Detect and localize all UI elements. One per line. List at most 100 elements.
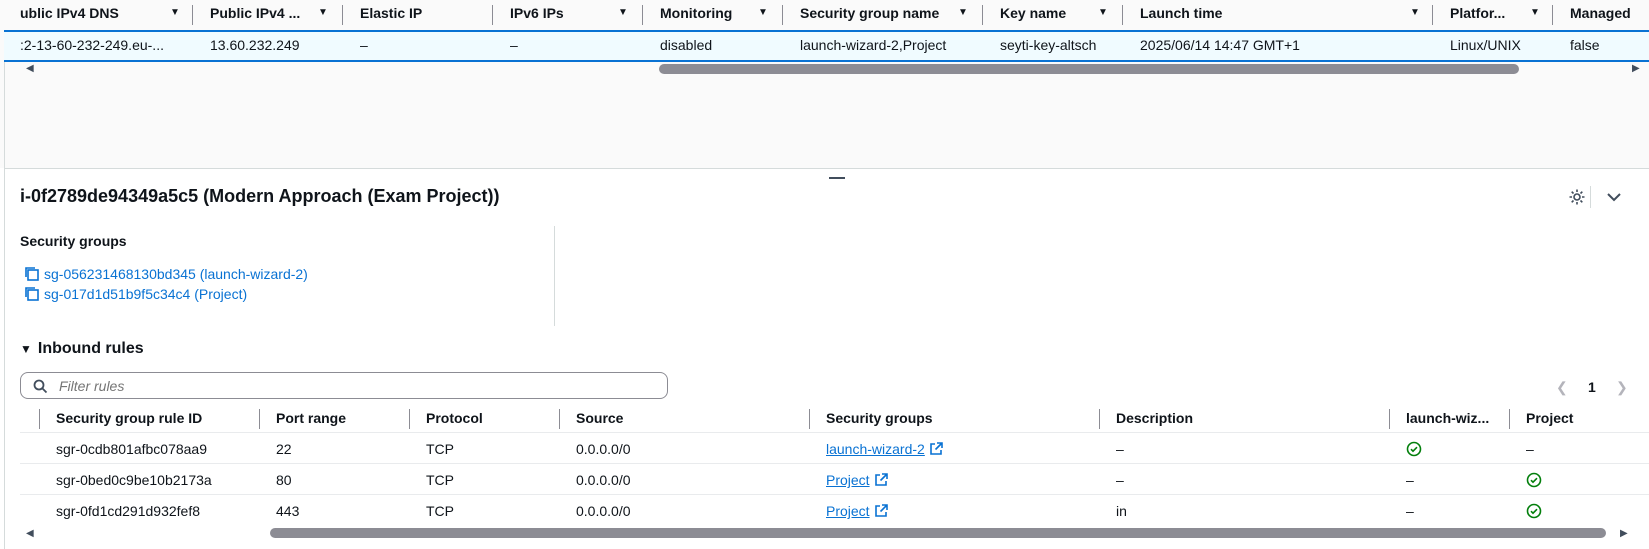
cell-public-ipv4: 13.60.232.249 <box>210 37 300 53</box>
column-resizer[interactable] <box>409 409 410 429</box>
column-resizer[interactable] <box>492 5 493 25</box>
column-resizer[interactable] <box>192 5 193 25</box>
column-header-source[interactable]: Source <box>576 410 623 426</box>
external-link-icon[interactable] <box>929 442 943 456</box>
column-resizer[interactable] <box>1432 5 1433 25</box>
security-group-link-cell[interactable]: launch-wizard-2 <box>826 441 943 457</box>
inbound-rules-label: Inbound rules <box>37 340 144 357</box>
split-divider[interactable] <box>4 168 1649 169</box>
inbound-rules-toggle[interactable]: ▼ Inbound rules <box>20 340 144 358</box>
port-range-cell: 80 <box>276 472 292 488</box>
external-link-icon[interactable] <box>874 504 888 518</box>
scroll-left-arrow-icon[interactable]: ◀ <box>26 528 34 539</box>
sort-caret-icon[interactable]: ▼ <box>618 7 628 18</box>
next-page-icon[interactable]: ❯ <box>1616 379 1628 396</box>
security-group-link-cell[interactable]: Project <box>826 472 888 488</box>
description-cell: – <box>1116 441 1124 457</box>
description-cell: in <box>1116 503 1127 519</box>
scroll-right-arrow-icon[interactable]: ▶ <box>1620 528 1628 539</box>
column-header-port-range[interactable]: Port range <box>276 410 346 426</box>
column-resizer[interactable] <box>1122 5 1123 25</box>
filter-rules-input-wrapper[interactable] <box>20 372 668 399</box>
security-groups-label: Security groups <box>20 233 127 249</box>
scroll-right-arrow-icon[interactable]: ▶ <box>1632 63 1640 74</box>
instances-table-header: ublic IPv4 DNS ▼ Public IPv4 ... ▼ Elast… <box>0 0 1649 30</box>
column-resizer[interactable] <box>259 409 260 429</box>
sort-caret-icon[interactable]: ▼ <box>758 7 768 18</box>
divider <box>1590 186 1591 208</box>
column-header-public-ipv4[interactable]: Public IPv4 ... <box>210 5 300 21</box>
column-resizer[interactable] <box>982 5 983 25</box>
filter-rules-input[interactable] <box>57 377 661 395</box>
column-header-security-group-name[interactable]: Security group name <box>800 5 939 21</box>
protocol-cell: TCP <box>426 503 454 519</box>
column-header-platform[interactable]: Platfor... <box>1450 5 1505 21</box>
scroll-left-arrow-icon[interactable]: ◀ <box>26 63 34 74</box>
column-resizer[interactable] <box>559 409 560 429</box>
column-divider <box>554 226 555 326</box>
rule-id-cell: sgr-0bed0c9be10b2173a <box>56 472 212 488</box>
gear-icon[interactable] <box>1568 188 1586 206</box>
check-circle-icon <box>1526 503 1542 519</box>
security-group-link[interactable]: launch-wizard-2 <box>826 441 925 457</box>
row-divider <box>20 432 1649 433</box>
sort-caret-icon[interactable]: ▼ <box>1098 7 1108 18</box>
cell-key-name: seyti-key-altsch <box>1000 37 1097 53</box>
column-resizer[interactable] <box>1099 409 1100 429</box>
cell-managed: false <box>1570 37 1600 53</box>
column-header-ipv6[interactable]: IPv6 IPs <box>510 5 564 21</box>
column-resizer[interactable] <box>1552 5 1553 25</box>
cell-public-dns: :2-13-60-232-249.eu-... <box>20 37 164 53</box>
horizontal-scrollbar-thumb[interactable] <box>270 528 1606 538</box>
chevron-down-icon[interactable] <box>1605 188 1623 206</box>
row-divider <box>20 463 1649 464</box>
protocol-cell: TCP <box>426 472 454 488</box>
column-header-public-dns[interactable]: ublic IPv4 DNS <box>20 5 119 21</box>
column-resizer[interactable] <box>642 5 643 25</box>
copy-icon[interactable] <box>24 286 40 302</box>
sort-caret-icon[interactable]: ▼ <box>958 7 968 18</box>
column-header-description[interactable]: Description <box>1116 410 1193 426</box>
column-header-launch-time[interactable]: Launch time <box>1140 5 1222 21</box>
column-header-managed[interactable]: Managed <box>1570 5 1631 21</box>
external-link-icon[interactable] <box>874 473 888 487</box>
security-group-link[interactable]: sg-056231468130bd345 (launch-wizard-2) <box>24 266 308 282</box>
source-cell: 0.0.0.0/0 <box>576 503 631 519</box>
sort-caret-icon[interactable]: ▼ <box>318 7 328 18</box>
column-resizer[interactable] <box>1509 409 1510 429</box>
check-circle-icon <box>1406 441 1422 457</box>
column-header-project[interactable]: Project <box>1526 410 1573 426</box>
page-number[interactable]: 1 <box>1588 379 1596 395</box>
security-group-link-text[interactable]: sg-017d1d51b9f5c34c4 (Project) <box>44 286 247 302</box>
cell-security-group-name: launch-wizard-2,Project <box>800 37 947 53</box>
column-resizer[interactable] <box>39 409 40 429</box>
security-group-link[interactable]: Project <box>826 503 870 519</box>
column-header-rule-id[interactable]: Security group rule ID <box>56 410 202 426</box>
column-resizer[interactable] <box>1389 409 1390 429</box>
column-header-elastic-ip[interactable]: Elastic IP <box>360 5 422 21</box>
sort-caret-icon[interactable]: ▼ <box>1530 7 1540 18</box>
previous-page-icon[interactable]: ❮ <box>1556 379 1568 396</box>
column-resizer[interactable] <box>782 5 783 25</box>
column-resizer[interactable] <box>342 5 343 25</box>
security-group-link[interactable]: sg-017d1d51b9f5c34c4 (Project) <box>24 286 247 302</box>
cell-monitoring: disabled <box>660 37 713 53</box>
column-header-launch-wizard[interactable]: launch-wiz... <box>1406 410 1489 426</box>
security-group-link-text[interactable]: sg-056231468130bd345 (launch-wizard-2) <box>44 266 308 282</box>
column-header-security-groups[interactable]: Security groups <box>826 410 933 426</box>
cell-launch-time: 2025/06/14 14:47 GMT+1 <box>1140 37 1300 53</box>
column-header-protocol[interactable]: Protocol <box>426 410 483 426</box>
column-header-monitoring[interactable]: Monitoring <box>660 5 732 21</box>
horizontal-scrollbar-thumb[interactable] <box>659 64 1519 74</box>
copy-icon[interactable] <box>24 266 40 282</box>
frame-border <box>4 0 5 549</box>
sort-caret-icon[interactable]: ▼ <box>1410 7 1420 18</box>
resize-handle-icon[interactable] <box>829 177 845 179</box>
project-cell: – <box>1526 441 1534 457</box>
column-resizer[interactable] <box>809 409 810 429</box>
security-group-link[interactable]: Project <box>826 472 870 488</box>
security-group-link-cell[interactable]: Project <box>826 503 888 519</box>
caret-down-icon[interactable]: ▼ <box>20 342 32 356</box>
column-header-key-name[interactable]: Key name <box>1000 5 1066 21</box>
sort-caret-icon[interactable]: ▼ <box>170 7 180 18</box>
